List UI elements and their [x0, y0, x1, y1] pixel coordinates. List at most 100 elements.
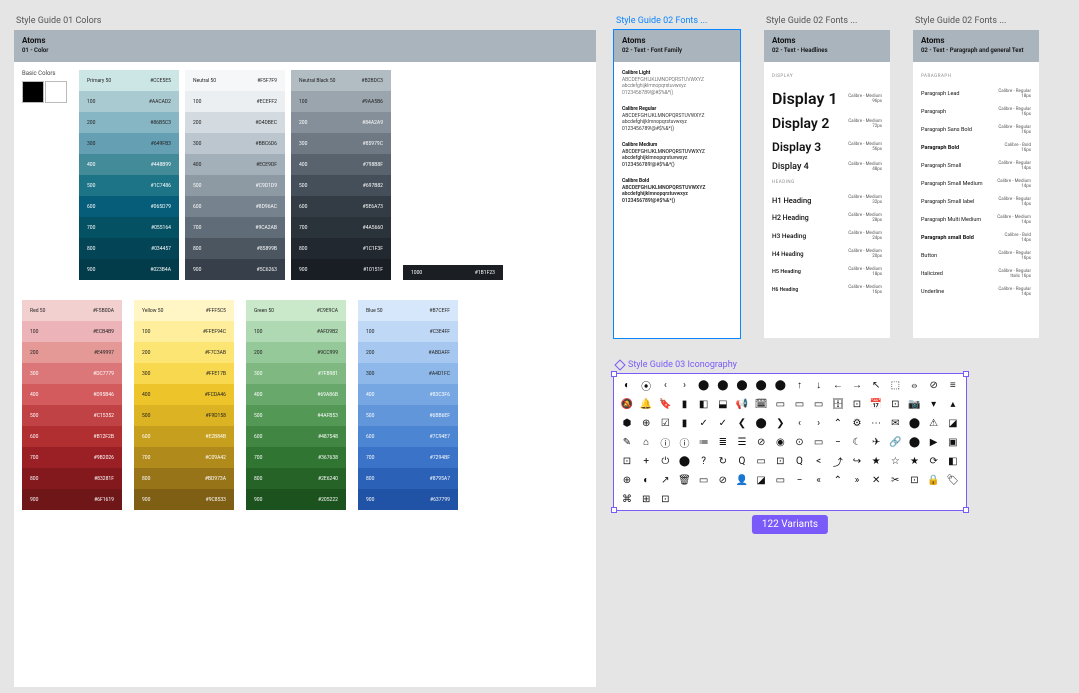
icon-variant[interactable]: »	[850, 473, 864, 487]
icon-variant[interactable]: ⊞	[639, 492, 653, 506]
color-swatch[interactable]: 200#86B5C3	[79, 112, 179, 133]
icon-variant[interactable]: →	[850, 378, 864, 392]
icon-variant[interactable]: ◧	[697, 397, 711, 411]
icon-variant[interactable]: ☾	[850, 435, 864, 449]
icon-variant[interactable]: ▭	[697, 473, 711, 487]
color-swatch[interactable]: 900#10151F	[291, 259, 391, 280]
icon-variant[interactable]: ⊘	[754, 435, 768, 449]
icon-variant[interactable]: ◉	[773, 435, 787, 449]
color-swatch[interactable]: 800#2E6240	[246, 468, 346, 489]
color-swatch[interactable]: 500#C15352	[22, 405, 122, 426]
color-swatch[interactable]: Red 50#F5B0DA	[22, 300, 122, 321]
color-swatch[interactable]: 900#205222	[246, 489, 346, 510]
icon-variant[interactable]: ☆	[888, 454, 902, 468]
color-swatch[interactable]: 600#065D79	[79, 196, 179, 217]
icon-variant[interactable]: ⊘	[927, 378, 941, 392]
icon-variant[interactable]: ⊙	[793, 435, 807, 449]
icon-variant[interactable]: ⊡	[773, 454, 787, 468]
icon-variant[interactable]: ⏻	[658, 454, 672, 468]
frame-body[interactable]: Atoms 02 - Text - Headlines DISPLAYDispl…	[764, 30, 890, 338]
icon-variant[interactable]: ⬤	[908, 416, 922, 430]
icon-variant[interactable]: ⓘ	[658, 435, 672, 449]
icon-variant[interactable]: ⦵	[908, 378, 922, 392]
color-swatch[interactable]: 300#BBC6D6	[185, 133, 285, 154]
frame-label[interactable]: Style Guide 02 Fonts ...	[764, 16, 890, 26]
icon-variant[interactable]: ⬤	[754, 416, 768, 430]
icon-variant[interactable]: ⊡	[850, 397, 864, 411]
icon-variant[interactable]: ↖	[869, 378, 883, 392]
resize-handle-tr[interactable]	[963, 371, 969, 377]
icon-variant[interactable]: 👤	[735, 473, 749, 487]
icon-variant[interactable]: 📢	[735, 397, 749, 411]
color-swatch[interactable]: 400#FCDA46	[134, 384, 234, 405]
icon-variant[interactable]: ★	[908, 454, 922, 468]
icon-variant[interactable]: ⬤	[735, 378, 749, 392]
color-swatch[interactable]: 400#448B99	[79, 154, 179, 175]
icon-variant[interactable]: ⊕	[639, 416, 653, 430]
icon-variant[interactable]: ▾	[927, 397, 941, 411]
icon-variant[interactable]: ▴	[946, 397, 960, 411]
color-swatch[interactable]: 800#85899B	[185, 238, 285, 259]
color-swatch[interactable]: 400#69A86B	[246, 384, 346, 405]
icon-variant[interactable]: ?	[697, 454, 711, 468]
frame-label[interactable]: Style Guide 02 Fonts ...	[614, 16, 740, 26]
icon-variant[interactable]: ›	[812, 416, 826, 430]
icon-variant[interactable]: 🔖	[658, 397, 672, 411]
color-swatch[interactable]: Primary 50#CCE5E5	[79, 70, 179, 91]
color-swatch[interactable]: 600#7C94E7	[358, 426, 458, 447]
color-swatch[interactable]: 600#B12F2B	[22, 426, 122, 447]
icon-variant[interactable]: ⬓	[716, 397, 730, 411]
color-swatch[interactable]: Blue 50#B7CEFF	[358, 300, 458, 321]
color-swatch[interactable]: 700#367638	[246, 447, 346, 468]
icon-variant[interactable]: ⊡	[888, 397, 902, 411]
color-swatch[interactable]: 900#9C8533	[134, 489, 234, 510]
resize-handle-bl[interactable]	[611, 507, 617, 513]
resize-handle-tl[interactable]	[611, 371, 617, 377]
frame-sg1-colors[interactable]: Style Guide 01 Colors Atoms 01 - Color B…	[14, 16, 596, 687]
color-swatch[interactable]: 500#6BB6EF	[358, 405, 458, 426]
frame-sg2-headlines[interactable]: Style Guide 02 Fonts ... Atoms 02 - Text…	[764, 16, 890, 338]
icon-variant[interactable]: ◐	[620, 378, 634, 392]
color-swatch[interactable]: 400#798B8F	[291, 154, 391, 175]
icon-variant[interactable]: ❮	[735, 416, 749, 430]
icon-variant[interactable]: Q	[735, 454, 749, 468]
icon-variant[interactable]: 🔕	[620, 397, 634, 411]
icon-variant[interactable]: 📅	[869, 397, 883, 411]
color-swatch[interactable]: 800#1C1F3F	[291, 238, 391, 259]
icon-variant[interactable]: ↗	[658, 473, 672, 487]
color-swatch[interactable]: 100#C3E4FF	[358, 321, 458, 342]
color-swatch[interactable]: 200#E49997	[22, 342, 122, 363]
icon-variant[interactable]: ↻	[716, 454, 730, 468]
icon-variant[interactable]: ⋯	[869, 416, 883, 430]
color-swatch[interactable]: 100#ECB4B9	[22, 321, 122, 342]
icon-variant[interactable]: ▭	[773, 473, 787, 487]
icon-variant[interactable]: 📷	[908, 397, 922, 411]
icon-variant[interactable]: ⌂	[639, 435, 653, 449]
color-swatch[interactable]: 700#7294BF	[358, 447, 458, 468]
color-swatch[interactable]: 500#F9D158	[134, 405, 234, 426]
icon-variant[interactable]: ▭	[793, 397, 807, 411]
icon-variant[interactable]: ★	[869, 454, 883, 468]
icon-variant[interactable]: ⦿	[639, 378, 653, 392]
color-swatch[interactable]: 300#DC7779	[22, 363, 122, 384]
icon-variant[interactable]: ⚠	[927, 416, 941, 430]
icon-variant[interactable]: ❯	[773, 416, 787, 430]
frame-body[interactable]: Atoms 01 - Color Basic Colors Primary 50…	[14, 30, 596, 687]
frame-label[interactable]: Style Guide 01 Colors	[14, 16, 596, 26]
color-swatch[interactable]: 100#AFD9B2	[246, 321, 346, 342]
icon-variant[interactable]: ▶	[927, 435, 941, 449]
icon-variant[interactable]: +	[639, 454, 653, 468]
resize-handle-br[interactable]	[963, 507, 969, 513]
icon-variant[interactable]: ☑	[658, 416, 672, 430]
color-swatch[interactable]: 700#9B2026	[22, 447, 122, 468]
color-swatch[interactable]: 100#FFEF94C	[134, 321, 234, 342]
icon-variant[interactable]: ⬤	[754, 378, 768, 392]
color-swatch[interactable]: 500#697B82	[291, 175, 391, 196]
frame-sg3-iconography[interactable]: Style Guide 03 Iconography ◐⦿‹›⬤⬤⬤⬤⬤↑↓←→…	[614, 360, 966, 510]
icon-variant[interactable]: ⬤	[678, 454, 692, 468]
icon-variant[interactable]: ▣	[946, 435, 960, 449]
icon-variant[interactable]: ▮	[678, 416, 692, 430]
icon-variant[interactable]: ⚙	[850, 416, 864, 430]
color-swatch[interactable]: 600#487548	[246, 426, 346, 447]
icon-variant[interactable]: ↪	[850, 454, 864, 468]
